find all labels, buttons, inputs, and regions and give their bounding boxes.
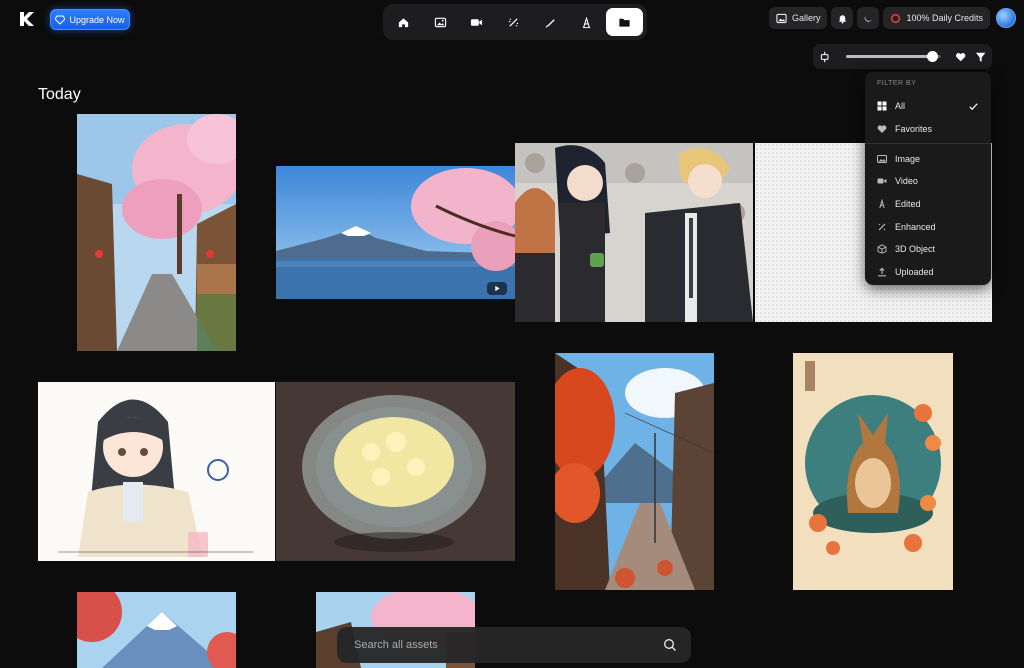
grid-icon	[877, 101, 887, 111]
fox-illustration-image	[793, 353, 953, 590]
favorites-heart-icon[interactable]	[955, 51, 966, 63]
filter-dropdown: FILTER BY All Favorites Image Video Edit…	[865, 72, 991, 285]
upload-icon	[878, 267, 886, 277]
search-input[interactable]	[354, 639, 663, 651]
filter-option-enhanced[interactable]: Enhanced	[865, 215, 991, 238]
filter-option-label: 3D Object	[895, 244, 936, 255]
diamond-icon	[55, 15, 66, 25]
text-edit-icon	[582, 15, 591, 28]
upgrade-button[interactable]: Upgrade Now	[50, 9, 130, 30]
user-avatar[interactable]	[996, 8, 1016, 28]
credits-label: 100% Daily Credits	[906, 13, 983, 23]
filter-option-label: Favorites	[895, 124, 933, 135]
sakura-street-image	[77, 114, 236, 351]
filter-option-all[interactable]: All	[865, 95, 991, 118]
main-nav	[383, 4, 647, 40]
fit-size-icon[interactable]	[819, 51, 830, 63]
filter-option-image[interactable]: Image	[865, 147, 991, 170]
top-right-actions: Gallery 100% Daily Credits	[768, 7, 1016, 29]
gallery-button[interactable]: Gallery	[768, 7, 828, 29]
asset-thumbnail-anime-girl[interactable]	[38, 382, 275, 561]
section-title-today: Today	[38, 86, 81, 103]
filter-option-label: Video	[895, 176, 918, 187]
asset-thumbnail-fox-illustration[interactable]	[793, 353, 953, 590]
filter-option-label: Edited	[895, 199, 921, 210]
asset-toolbar	[813, 44, 992, 69]
filter-option-label: All	[895, 101, 906, 112]
gallery-label: Gallery	[791, 13, 821, 23]
video-icon	[471, 18, 483, 26]
thumbnail-size-slider[interactable]	[846, 51, 942, 62]
nav-home-button[interactable]	[387, 8, 421, 36]
mountain-sakura-image	[77, 592, 236, 668]
edit-brush-icon	[545, 18, 555, 28]
asset-thumbnail-mount-fuji-video[interactable]	[276, 166, 515, 299]
theme-toggle-button[interactable]	[857, 7, 880, 29]
asset-thumbnail-food-bowl[interactable]	[276, 382, 515, 561]
image-icon	[877, 154, 887, 163]
anime-office-image	[515, 143, 753, 322]
filter-divider	[865, 143, 991, 145]
asset-thumbnail-mountain-sakura[interactable]	[77, 592, 236, 668]
filter-option-label: Enhanced	[895, 221, 936, 232]
gallery-icon	[776, 13, 787, 23]
moon-icon	[864, 15, 872, 22]
filter-option-uploaded[interactable]: Uploaded	[865, 261, 991, 284]
enhance-icon	[508, 17, 519, 27]
anime-girl-image	[38, 382, 275, 561]
nav-edit-button[interactable]	[533, 8, 567, 36]
heart-icon	[877, 125, 887, 134]
nav-assets-button[interactable]	[606, 8, 644, 36]
text-edit-icon	[879, 199, 885, 209]
slider-fill	[846, 55, 932, 58]
cube-icon	[877, 244, 887, 255]
video-badge	[487, 282, 507, 295]
filter-icon[interactable]	[975, 51, 986, 63]
app-logo[interactable]	[18, 10, 36, 28]
nav-image-button[interactable]	[424, 8, 458, 36]
filter-option-video[interactable]: Video	[865, 170, 991, 193]
nav-enhance-button[interactable]	[497, 8, 531, 36]
credits-ring-icon	[891, 13, 901, 23]
logo-icon	[20, 12, 34, 26]
search-bar	[337, 627, 691, 663]
filter-option-label: Image	[895, 153, 921, 164]
enhance-icon	[878, 223, 886, 231]
asset-thumbnail-sakura-street[interactable]	[77, 114, 236, 351]
filter-heading: FILTER BY	[877, 80, 917, 87]
daily-credits-badge[interactable]: 100% Daily Credits	[883, 7, 990, 29]
check-icon	[969, 103, 978, 111]
nav-video-button[interactable]	[460, 8, 494, 36]
notifications-button[interactable]	[831, 7, 854, 29]
food-bowl-image	[276, 382, 515, 561]
nav-text-button[interactable]	[570, 8, 604, 36]
asset-thumbnail-autumn-street[interactable]	[555, 353, 714, 590]
bell-icon	[838, 14, 847, 24]
asset-thumbnail-anime-office[interactable]	[515, 143, 753, 322]
home-icon	[399, 17, 409, 27]
autumn-street-image	[555, 353, 714, 590]
folder-icon	[619, 18, 630, 27]
play-icon	[494, 285, 500, 292]
search-icon[interactable]	[663, 638, 677, 652]
filter-option-favorites[interactable]: Favorites	[865, 118, 991, 141]
filter-option-label: Uploaded	[895, 267, 934, 278]
filter-option-edited[interactable]: Edited	[865, 193, 991, 216]
upgrade-label: Upgrade Now	[69, 14, 125, 25]
mount-fuji-lake-image	[276, 166, 515, 299]
filter-option-3d-object[interactable]: 3D Object	[865, 238, 991, 261]
video-icon	[877, 178, 887, 184]
slider-knob[interactable]	[926, 51, 938, 62]
image-icon	[434, 17, 447, 27]
